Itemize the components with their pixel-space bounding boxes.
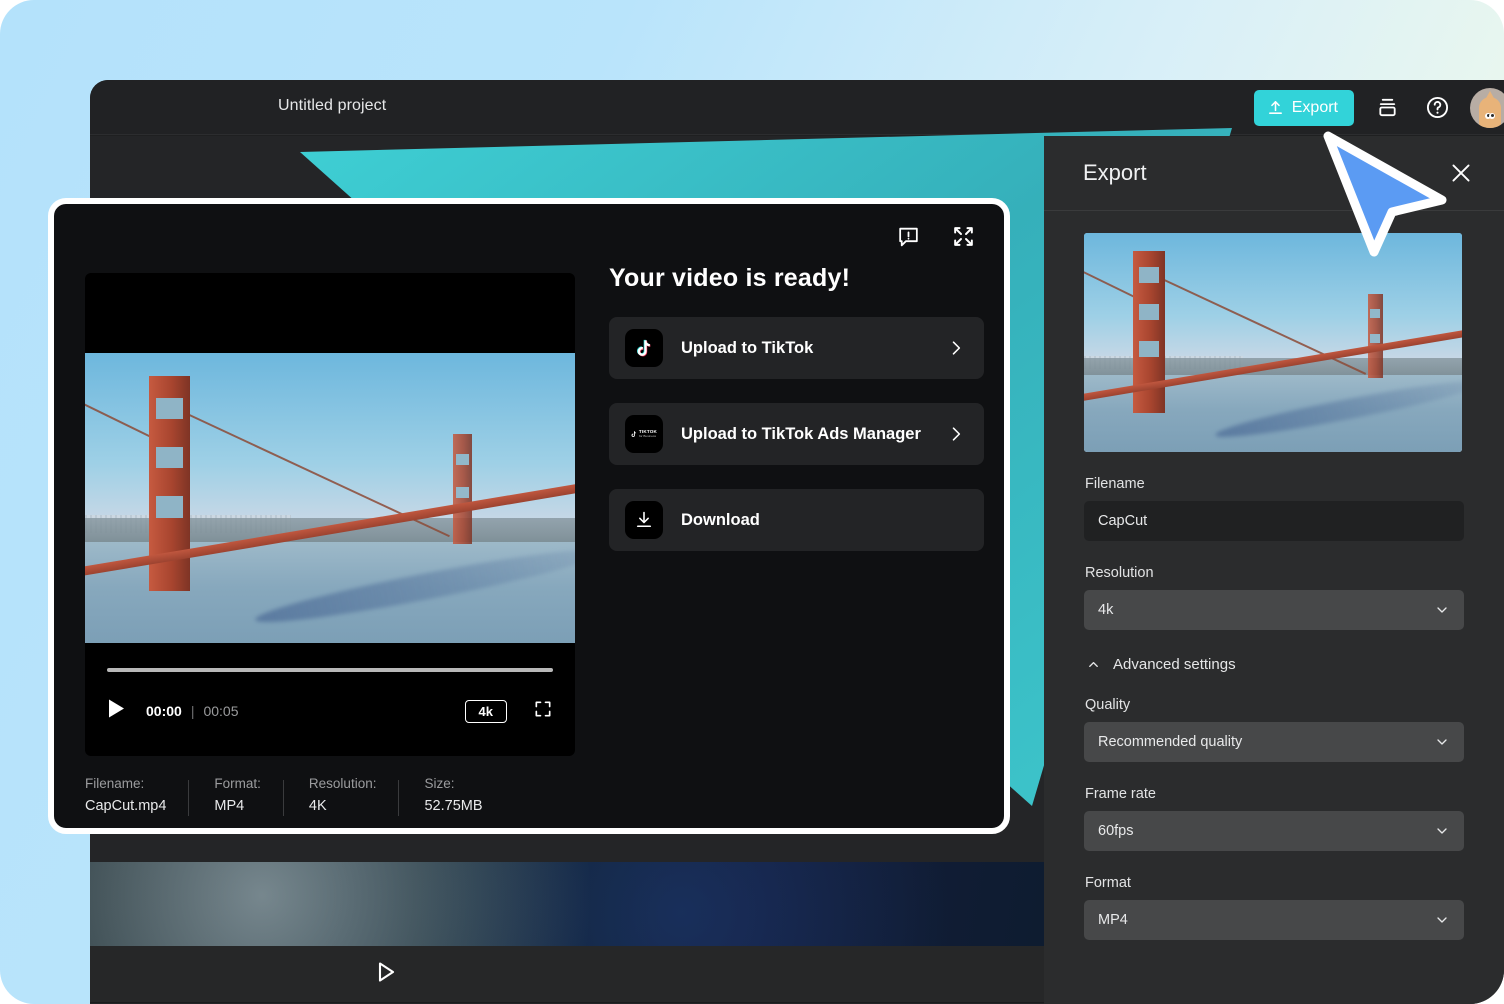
question-mark-icon[interactable] xyxy=(1420,91,1454,125)
field-label-quality: Quality xyxy=(1085,697,1131,713)
chevron-right-icon xyxy=(946,424,966,444)
quality-chip[interactable]: 4k xyxy=(464,699,507,723)
meta-size: Size: 52.75MB xyxy=(398,776,504,816)
tiktok-business-icon: TIKTOK for Business xyxy=(625,415,663,453)
action-label: Download xyxy=(681,510,760,529)
modal-actions-column: Your video is ready! Upload to TikTok TI… xyxy=(609,264,984,551)
feedback-report-icon[interactable] xyxy=(896,224,921,249)
time-separator: | xyxy=(190,703,195,719)
meta-value: 52.75MB xyxy=(424,798,483,814)
export-field-resolution: Resolution 4k xyxy=(1084,565,1464,630)
current-time: 00:00 xyxy=(146,703,182,719)
format-select-value: MP4 xyxy=(1098,912,1128,928)
advanced-settings-label: Advanced settings xyxy=(1113,656,1236,673)
panel-layout-icon[interactable] xyxy=(1370,91,1404,125)
resolution-select-value: 4k xyxy=(1098,602,1114,618)
header-actions: Export xyxy=(1253,80,1504,135)
video-frame[interactable] xyxy=(85,353,575,643)
progress-scrubber[interactable] xyxy=(107,668,553,672)
resolution-select[interactable]: 4k xyxy=(1084,590,1464,630)
action-label: Upload to TikTok xyxy=(681,338,814,357)
chevron-down-icon xyxy=(1434,912,1450,928)
export-field-format: Format MP4 xyxy=(1084,875,1464,940)
meta-key: Format: xyxy=(214,776,261,791)
export-panel: Export Filename CapCut Resolution 4k Adv… xyxy=(1044,136,1504,1004)
export-button[interactable]: Export xyxy=(1253,89,1354,126)
play-icon[interactable] xyxy=(107,698,126,724)
quality-select[interactable]: Recommended quality xyxy=(1084,722,1464,762)
export-field-filename: Filename CapCut xyxy=(1084,476,1464,541)
meta-value: CapCut.mp4 xyxy=(85,798,167,814)
action-label: Upload to TikTok Ads Manager xyxy=(681,424,921,443)
export-panel-content: Filename CapCut Resolution 4k Advanced s… xyxy=(1044,211,1504,940)
quality-select-value: Recommended quality xyxy=(1098,734,1243,750)
framerate-select[interactable]: 60fps xyxy=(1084,811,1464,851)
chevron-right-icon xyxy=(946,338,966,358)
modal-header-actions xyxy=(896,224,976,249)
fullscreen-icon[interactable] xyxy=(533,699,553,724)
field-label-filename: Filename xyxy=(1085,476,1145,492)
format-select[interactable]: MP4 xyxy=(1084,900,1464,940)
export-field-quality: Quality Recommended quality xyxy=(1084,697,1464,762)
download-icon xyxy=(625,501,663,539)
meta-value: 4K xyxy=(308,798,327,814)
avatar-eye-right xyxy=(1489,112,1495,119)
page-root: Untitled project Export Export Filename … xyxy=(0,0,1504,1004)
video-player: 00:00 | 00:05 4k xyxy=(85,273,575,756)
avatar-face xyxy=(1479,96,1501,128)
tiktok-icon xyxy=(625,329,663,367)
page-title: Untitled project xyxy=(278,97,387,114)
play-outline-icon[interactable] xyxy=(375,960,397,989)
total-time: 00:05 xyxy=(203,703,239,719)
export-button-label: Export xyxy=(1291,98,1338,116)
avatar[interactable] xyxy=(1470,87,1504,128)
app-header: Untitled project Export xyxy=(90,80,1504,135)
upload-icon xyxy=(1267,99,1284,116)
chevron-down-icon xyxy=(1434,823,1450,839)
filename-input[interactable]: CapCut xyxy=(1084,501,1464,541)
export-panel-title: Export xyxy=(1083,160,1147,185)
meta-key: Filename: xyxy=(85,776,145,791)
player-control-row: 00:00 | 00:05 4k xyxy=(107,694,553,728)
download-button[interactable]: Download xyxy=(609,489,984,551)
meta-value: MP4 xyxy=(214,798,245,814)
meta-format: Format: MP4 xyxy=(188,776,283,816)
timeline-toolbar xyxy=(90,946,1045,1003)
export-complete-modal: 00:00 | 00:05 4k Filename: CapCut.mp4 Fo… xyxy=(48,198,1010,834)
meta-key: Resolution: xyxy=(308,776,377,791)
timeline-clip-thumbnail[interactable] xyxy=(90,862,1045,946)
upload-to-tiktok-button[interactable]: Upload to TikTok xyxy=(609,317,984,379)
export-metadata: Filename: CapCut.mp4 Format: MP4 Resolut… xyxy=(85,776,575,816)
modal-heading: Your video is ready! xyxy=(609,264,851,292)
field-label-resolution: Resolution xyxy=(1085,565,1154,581)
chevron-down-icon xyxy=(1434,734,1450,750)
meta-key: Size: xyxy=(424,776,455,791)
chevron-up-icon xyxy=(1086,657,1101,672)
close-icon[interactable] xyxy=(1448,160,1474,186)
export-panel-header: Export xyxy=(1044,136,1504,211)
export-preview-thumbnail xyxy=(1084,233,1462,452)
upload-to-tiktok-ads-manager-button[interactable]: TIKTOK for Business Upload to TikTok Ads… xyxy=(609,403,984,465)
meta-filename: Filename: CapCut.mp4 xyxy=(85,776,188,814)
player-controls: 00:00 | 00:05 4k xyxy=(85,646,575,756)
chevron-down-icon xyxy=(1434,602,1450,618)
filename-input-value: CapCut xyxy=(1098,513,1148,529)
field-label-format: Format xyxy=(1085,875,1131,891)
advanced-settings-toggle[interactable]: Advanced settings xyxy=(1086,656,1464,673)
collapse-icon[interactable] xyxy=(951,224,976,249)
meta-resolution: Resolution: 4K xyxy=(282,776,399,816)
field-label-framerate: Frame rate xyxy=(1085,786,1156,802)
export-field-framerate: Frame rate 60fps xyxy=(1084,786,1464,851)
framerate-select-value: 60fps xyxy=(1098,823,1134,839)
